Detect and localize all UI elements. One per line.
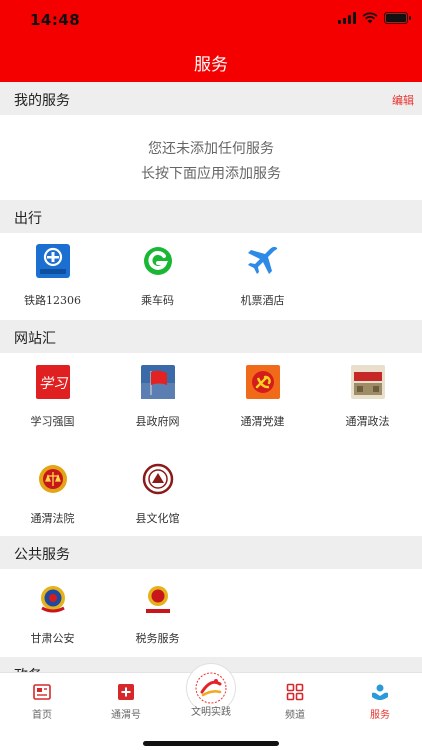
status-icons: [338, 12, 411, 24]
battery-icon: [384, 12, 411, 24]
tile-politics-law[interactable]: 通渭政法: [315, 365, 420, 435]
tile-label: 县政府网: [135, 415, 180, 428]
public-services-header: 公共服务: [0, 536, 422, 569]
tile-label: 铁路12306: [24, 294, 81, 307]
service-page: 14:48 服务 我的服务 编辑 您还未添加任何服务 长按下面应用添加服务 出行: [0, 0, 422, 750]
tile-flight-hotel[interactable]: 机票酒店: [210, 244, 315, 314]
county-gov-flag-icon: [141, 365, 175, 399]
my-services-header: 我的服务 编辑: [0, 82, 422, 115]
public-services-title: 公共服务: [14, 547, 70, 563]
tile-label: 县文化馆: [135, 512, 180, 525]
edit-button[interactable]: 编辑: [392, 92, 414, 108]
travel-section-title: 出行: [14, 211, 42, 227]
travel-section-header: 出行: [0, 200, 422, 233]
party-building-icon: [246, 365, 280, 399]
tile-ride-code[interactable]: 乘车码: [105, 244, 210, 314]
bottom-tab-bar: 首页 通渭号 文明实践 频道 服务: [0, 663, 422, 750]
tile-label: 通渭政法: [345, 415, 390, 428]
tile-xuexi-qiangguo[interactable]: 学习 学习强国: [0, 365, 105, 435]
tile-label: 通渭法院: [30, 512, 75, 525]
grid-icon: [286, 683, 304, 701]
my-services-title: 我的服务: [14, 93, 70, 109]
wifi-icon: [362, 12, 378, 24]
tile-label: 机票酒店: [240, 294, 285, 307]
tab-label: 服务: [370, 710, 390, 721]
empty-message-line1: 您还未添加任何服务: [148, 141, 274, 157]
railway-12306-icon: [36, 244, 70, 278]
top-header: 14:48 服务: [0, 0, 422, 82]
status-time: 14:48: [30, 11, 81, 29]
tab-service[interactable]: 服务: [338, 681, 422, 721]
civilization-practice-logo: [195, 672, 227, 704]
airplane-icon: [248, 246, 278, 274]
tab-label: 首页: [32, 710, 52, 721]
page-title: 服务: [194, 55, 228, 75]
cellular-signal-icon: [338, 12, 356, 24]
ride-code-icon: [144, 247, 172, 275]
home-news-icon: [33, 684, 51, 700]
tile-party-building[interactable]: 通渭党建: [210, 365, 315, 435]
tile-railway-12306[interactable]: 铁路12306: [0, 244, 105, 314]
home-indicator: [143, 741, 279, 746]
tile-county-gov[interactable]: 县政府网: [105, 365, 210, 435]
court-emblem-icon: [39, 465, 67, 493]
tile-label: 乘车码: [141, 294, 174, 307]
tile-court[interactable]: 通渭法院: [0, 462, 105, 532]
tile-label: 税务服务: [135, 632, 180, 645]
websites-section-header: 网站汇: [0, 320, 422, 353]
tab-civilization-practice[interactable]: 文明实践: [170, 663, 252, 733]
tax-emblem-icon: [146, 586, 170, 613]
tile-label: 甘肃公安: [30, 632, 75, 645]
police-emblem-icon: [41, 586, 65, 613]
tab-label: 文明实践: [191, 707, 231, 718]
culture-hall-icon: [142, 463, 174, 495]
tab-channel[interactable]: 频道: [253, 681, 337, 721]
svg-text:学习: 学习: [39, 376, 69, 392]
service-hands-icon: [372, 684, 388, 700]
tile-label: 通渭党建: [240, 415, 285, 428]
empty-message-line2: 长按下面应用添加服务: [141, 166, 281, 182]
tab-tongwei-hao[interactable]: 通渭号: [84, 681, 168, 721]
tab-label: 通渭号: [111, 710, 141, 721]
plus-box-icon: [118, 684, 134, 700]
tab-label: 频道: [285, 710, 305, 721]
tile-culture-hall[interactable]: 县文化馆: [105, 462, 210, 532]
tile-gansu-police[interactable]: 甘肃公安: [0, 582, 105, 652]
tab-home[interactable]: 首页: [0, 681, 84, 721]
tile-tax-service[interactable]: 税务服务: [105, 582, 210, 652]
websites-section-title: 网站汇: [14, 331, 56, 347]
tile-label: 学习强国: [30, 415, 75, 428]
xuexi-qiangguo-icon: 学习: [36, 365, 70, 399]
politics-law-icon: [351, 365, 385, 399]
